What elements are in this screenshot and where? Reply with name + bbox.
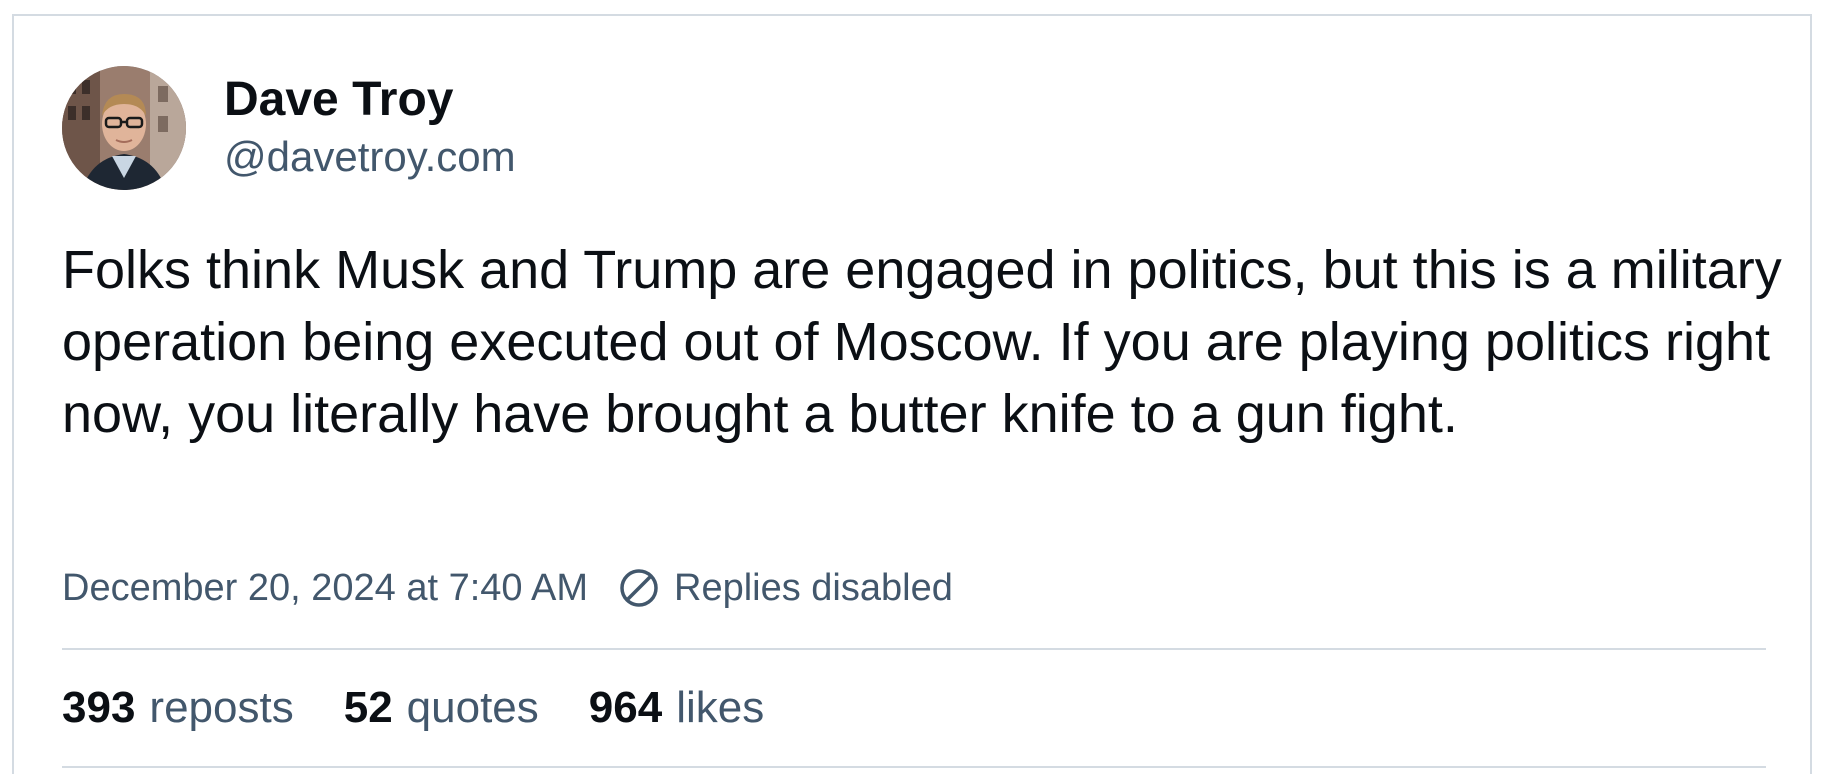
quotes-count: 52 (343, 683, 393, 732)
post-text: Folks think Musk and Trump are engaged i… (62, 240, 1782, 444)
author-display-name[interactable]: Dave Troy (224, 71, 516, 129)
divider (62, 648, 1766, 650)
post-timestamp[interactable]: December 20, 2024 at 7:40 AM (62, 567, 588, 610)
quotes-stat[interactable]: 52 quotes (344, 683, 539, 733)
no-entry-icon (620, 569, 658, 607)
reposts-count: 393 (62, 683, 136, 732)
replies-status-label: Replies disabled (674, 566, 953, 609)
avatar[interactable] (62, 66, 186, 190)
replies-status: Replies disabled (618, 567, 953, 610)
likes-stat[interactable]: 964 likes (589, 683, 764, 733)
author-row[interactable]: Dave Troy @davetroy.com (62, 64, 516, 192)
post-meta: December 20, 2024 at 7:40 AM Replies dis… (62, 564, 953, 612)
author-names: Dave Troy @davetroy.com (224, 71, 516, 185)
reposts-label: reposts (149, 683, 294, 732)
quotes-label: quotes (406, 683, 539, 732)
author-handle[interactable]: @davetroy.com (224, 129, 516, 185)
reposts-stat[interactable]: 393 reposts (62, 683, 294, 733)
avatar-photo-icon (62, 66, 186, 190)
divider (62, 766, 1766, 768)
likes-label: likes (676, 683, 765, 732)
post-card: Dave Troy @davetroy.com Folks think Musk… (12, 14, 1812, 774)
engagement-stats: 393 reposts 52 quotes 964 likes (62, 683, 814, 733)
likes-count: 964 (588, 683, 663, 732)
